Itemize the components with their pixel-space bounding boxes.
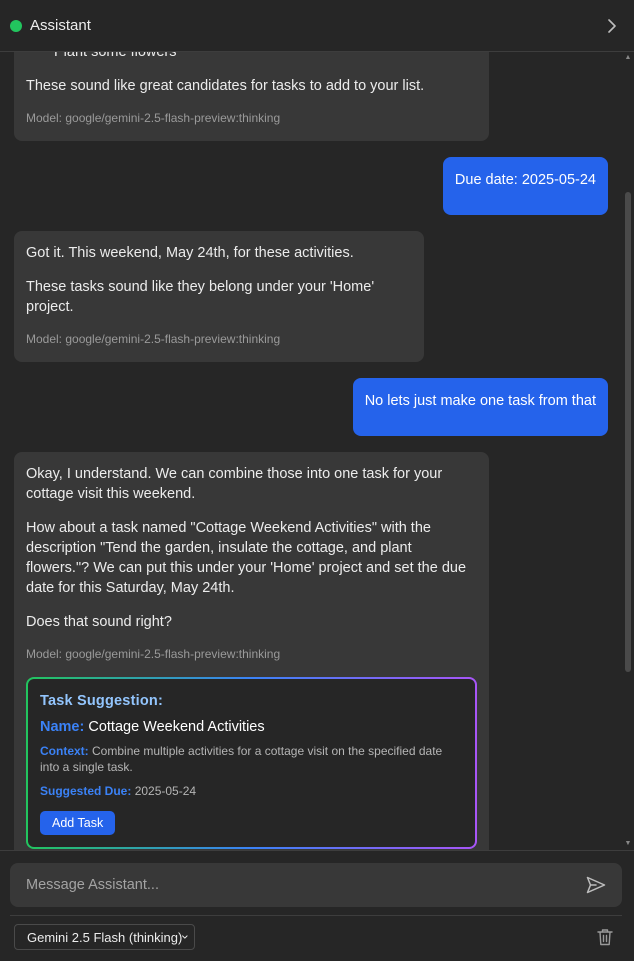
trash-icon: [597, 929, 613, 946]
task-name-row: Name: Cottage Weekend Activities: [40, 717, 463, 737]
model-select-value: Gemini 2.5 Flash (thinking): [27, 929, 183, 945]
user-message: No lets just make one task from that: [0, 378, 622, 436]
model-label: Model: google/gemini-2.5-flash-preview:t…: [26, 111, 281, 125]
assistant-bubble: Plant some flowers These sound like grea…: [14, 52, 489, 141]
message-paragraph: Does that sound right?: [26, 614, 172, 630]
task-context-label: Context:: [40, 744, 89, 758]
task-context-value: Combine multiple activities for a cottag…: [40, 744, 443, 774]
task-suggestion-body: Task Suggestion: Name: Cottage Weekend A…: [28, 679, 475, 847]
assistant-message: Okay, I understand. We can combine those…: [0, 452, 622, 850]
message-input[interactable]: [26, 877, 584, 893]
task-suggestion-heading: Task Suggestion:: [40, 693, 163, 709]
chat-scrollbar[interactable]: ▲ ▼: [624, 52, 632, 850]
task-due-value: 2025-05-24: [134, 784, 197, 798]
send-icon: [586, 876, 606, 894]
clear-chat-button[interactable]: [594, 926, 616, 948]
chat-scroll-area[interactable]: Plant some flowers These sound like grea…: [0, 52, 634, 850]
assistant-message: Got it. This weekend, May 24th, for thes…: [0, 231, 622, 362]
user-message: Due date: 2025-05-24: [0, 157, 622, 215]
assistant-bubble: Got it. This weekend, May 24th, for thes…: [14, 231, 424, 362]
task-due-label: Suggested Due:: [40, 784, 132, 798]
model-select[interactable]: Gemini 2.5 Flash (thinking): [14, 924, 195, 950]
send-button[interactable]: [584, 873, 608, 897]
chevron-right-icon: [608, 18, 616, 33]
divider: [0, 850, 634, 851]
task-name-label: Name:: [40, 719, 85, 735]
scroll-thumb[interactable]: [625, 192, 631, 672]
task-due-row: Suggested Due: 2025-05-24: [40, 781, 463, 801]
task-name-value: Cottage Weekend Activities: [88, 719, 265, 735]
list-item: Plant some flowers: [54, 52, 177, 60]
task-suggestion-card: Task Suggestion: Name: Cottage Weekend A…: [26, 677, 477, 849]
add-task-button[interactable]: Add Task: [40, 811, 116, 835]
model-label: Model: google/gemini-2.5-flash-preview:t…: [26, 647, 281, 661]
user-bubble: No lets just make one task from that: [352, 378, 608, 436]
message-paragraph: Got it. This weekend, May 24th, for thes…: [26, 245, 354, 261]
chevron-down-icon: [182, 935, 188, 939]
message-list: Plant some flowers These sound like grea…: [0, 52, 622, 850]
message-paragraph: Okay, I understand. We can combine those…: [26, 466, 443, 502]
status-indicator: [10, 19, 22, 32]
divider: [10, 915, 622, 916]
user-bubble: Due date: 2025-05-24: [442, 157, 608, 215]
assistant-header: Assistant: [0, 0, 634, 52]
task-context-row: Context: Combine multiple activities for…: [40, 743, 463, 775]
collapse-button[interactable]: [600, 14, 624, 38]
model-label: Model: google/gemini-2.5-flash-preview:t…: [26, 332, 281, 346]
message-composer: [10, 863, 622, 907]
message-paragraph: How about a task named "Cottage Weekend …: [26, 520, 467, 596]
scroll-down-arrow-icon[interactable]: ▼: [624, 840, 632, 848]
message-paragraph: These tasks sound like they belong under…: [26, 279, 375, 315]
header-title: Assistant: [30, 17, 91, 34]
message-paragraph: These sound like great candidates for ta…: [26, 78, 425, 94]
assistant-bubble: Okay, I understand. We can combine those…: [14, 452, 489, 850]
assistant-message: Plant some flowers These sound like grea…: [0, 52, 622, 141]
scroll-up-arrow-icon[interactable]: ▲: [624, 54, 632, 62]
